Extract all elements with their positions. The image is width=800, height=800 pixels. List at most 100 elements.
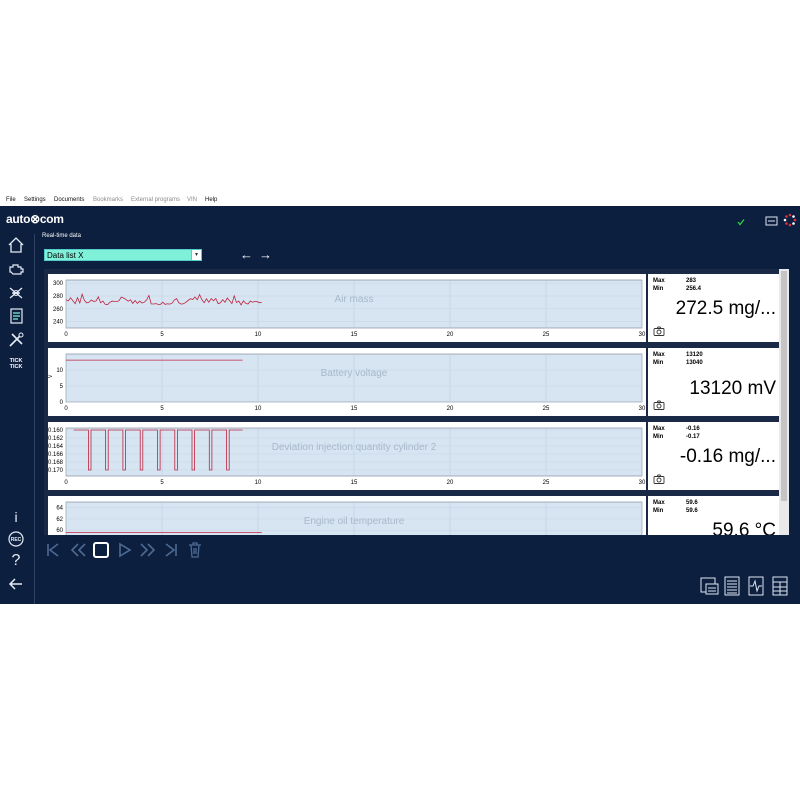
y-tick-label: 5 [60,384,64,390]
home-icon[interactable] [7,236,25,254]
camera-icon[interactable] [653,326,665,336]
signal-graph-svg: 0 5 10 15 20 25 30 10 5 0 V Battery voltage [48,353,646,412]
menu-item-external-programs[interactable]: External programs [131,194,180,206]
rec-icon[interactable]: REC [7,530,25,548]
section-title: Real-time data [42,233,82,239]
print-icon[interactable] [698,574,720,598]
signal-panel: 0 5 10 15 20 25 30 300 280 260 240 Air mass Max 283 Mi… [48,274,780,342]
scrollbar[interactable] [779,269,789,535]
fast-forward-icon[interactable] [138,540,158,560]
data-list-select[interactable]: Data list X ▾ [44,249,202,261]
x-tick-label: 0 [64,332,68,338]
signal-name: Deviation injection quantity cylinder 2 [272,442,437,453]
min-value: 256.4 [686,286,702,292]
y-tick-label: 300 [53,281,64,287]
data-list-value: Data list X [47,251,84,260]
battery-icon[interactable] [765,215,778,227]
camera-icon[interactable] [653,400,665,410]
x-tick-label: 5 [160,480,164,486]
value-box: Max 59.6 Min 59.6 59.6 °C [648,496,780,535]
max-label: Max [653,352,665,358]
info-icon[interactable]: i [7,508,25,526]
loading-spinner-icon [783,213,797,227]
x-tick-label: 25 [543,406,550,412]
menu-item-settings[interactable]: Settings [24,194,46,206]
menu-item-documents[interactable]: Documents [54,194,84,206]
x-tick-label: 5 [160,406,164,412]
signal-graph[interactable]: 0 5 10 15 20 25 30 64 62 60 58 Engine oil temperatu… [48,496,646,535]
value-box: Max -0.16 Min -0.17 -0.16 mg/... [648,422,780,490]
menu-item-help[interactable]: Help [205,194,217,206]
min-value: -0.17 [686,434,700,440]
signal-name: Engine oil temperature [304,516,405,527]
min-value: 13040 [686,360,703,366]
min-label: Min [653,434,664,440]
fast-rewind-icon[interactable] [68,540,88,560]
signal-panel: 0 5 10 15 20 25 30 10 5 0 V Battery voltage Max 13120… [48,348,780,416]
y-tick-label: 10 [56,368,63,374]
y-tick-label: 240 [53,320,64,326]
min-label: Min [653,508,664,514]
y-unit-label: V [48,374,54,378]
y-tick-label: -0.164 [48,444,64,450]
max-label: Max [653,500,665,506]
x-tick-label: 20 [447,480,454,486]
value-box: Max 13120 Min 13040 13120 mV [648,348,780,416]
menu-item-vin[interactable]: VIN [187,194,197,206]
current-value: 59.6 °C [712,520,776,535]
svg-text:REC: REC [11,537,22,543]
chevron-down-icon[interactable]: ▾ [191,250,201,260]
x-tick-label: 10 [255,406,262,412]
x-tick-label: 5 [160,332,164,338]
min-label: Min [653,286,664,292]
y-tick-label: 0 [60,400,64,406]
checkmark-icon [737,219,745,226]
y-tick-label: -0.168 [48,460,64,466]
y-tick-label: 60 [56,528,63,534]
y-tick-label: 64 [56,506,63,512]
waveform-icon[interactable] [747,574,765,598]
signal-graph-svg: 0 5 10 15 20 25 30 300 280 260 240 Air mass [53,279,646,338]
x-tick-label: 0 [64,406,68,412]
signal-graph[interactable]: 0 5 10 15 20 25 30 10 5 0 V Battery voltage [48,348,646,416]
datasheet-icon[interactable] [7,307,25,325]
back-icon[interactable] [7,575,25,593]
skip-to-start-icon[interactable] [44,540,62,560]
signal-graph[interactable]: 0 5 10 15 20 25 30 -0.160 -0.162 -0.164 -0.166 -0.1… [48,422,646,490]
scrollbar-thumb[interactable] [781,271,787,501]
gearbox-icon[interactable] [7,284,25,302]
sidebar: TICK TICK i REC ? [0,234,35,604]
x-tick-label: 10 [255,332,262,338]
signal-name: Battery voltage [321,368,388,379]
current-value: 13120 mV [689,378,776,399]
signal-graph[interactable]: 0 5 10 15 20 25 30 300 280 260 240 Air mass [48,274,646,342]
bottom-toolbar [698,574,794,598]
y-tick-label: 62 [56,517,63,523]
max-label: Max [653,278,665,284]
engine-icon[interactable] [7,260,25,278]
max-value: 283 [686,278,697,284]
x-tick-label: 25 [543,332,550,338]
arrow-left-icon[interactable]: ← [240,247,253,262]
signal-name: Air mass [335,294,374,305]
camera-icon[interactable] [653,474,665,484]
skip-to-end-icon[interactable] [162,540,180,560]
arrow-right-icon[interactable]: → [259,247,272,262]
tools-icon[interactable] [7,331,25,349]
signal-graph-svg: 0 5 10 15 20 25 3064626058Engine oil temperatu… [56,501,643,535]
play-icon[interactable] [116,540,134,560]
x-tick-label: 20 [447,332,454,338]
help-icon[interactable]: ? [7,552,25,570]
x-tick-label: 0 [64,480,68,486]
report-list-icon[interactable] [723,574,741,598]
signal-graph-svg: 0 5 10 15 20 25 30 -0.160 -0.162 -0.164 -0.166 -0.1… [48,427,646,486]
tick-tick-button[interactable]: TICK TICK [5,358,27,370]
current-value: -0.16 mg/... [679,446,776,467]
y-tick-label: 280 [53,294,64,300]
trash-icon[interactable] [186,540,204,560]
table-icon[interactable] [771,574,789,598]
max-value: 13120 [686,352,703,358]
stop-icon[interactable] [92,540,110,560]
menu-item-bookmarks[interactable]: Bookmarks [93,194,123,206]
menu-item-file[interactable]: File [6,194,16,206]
